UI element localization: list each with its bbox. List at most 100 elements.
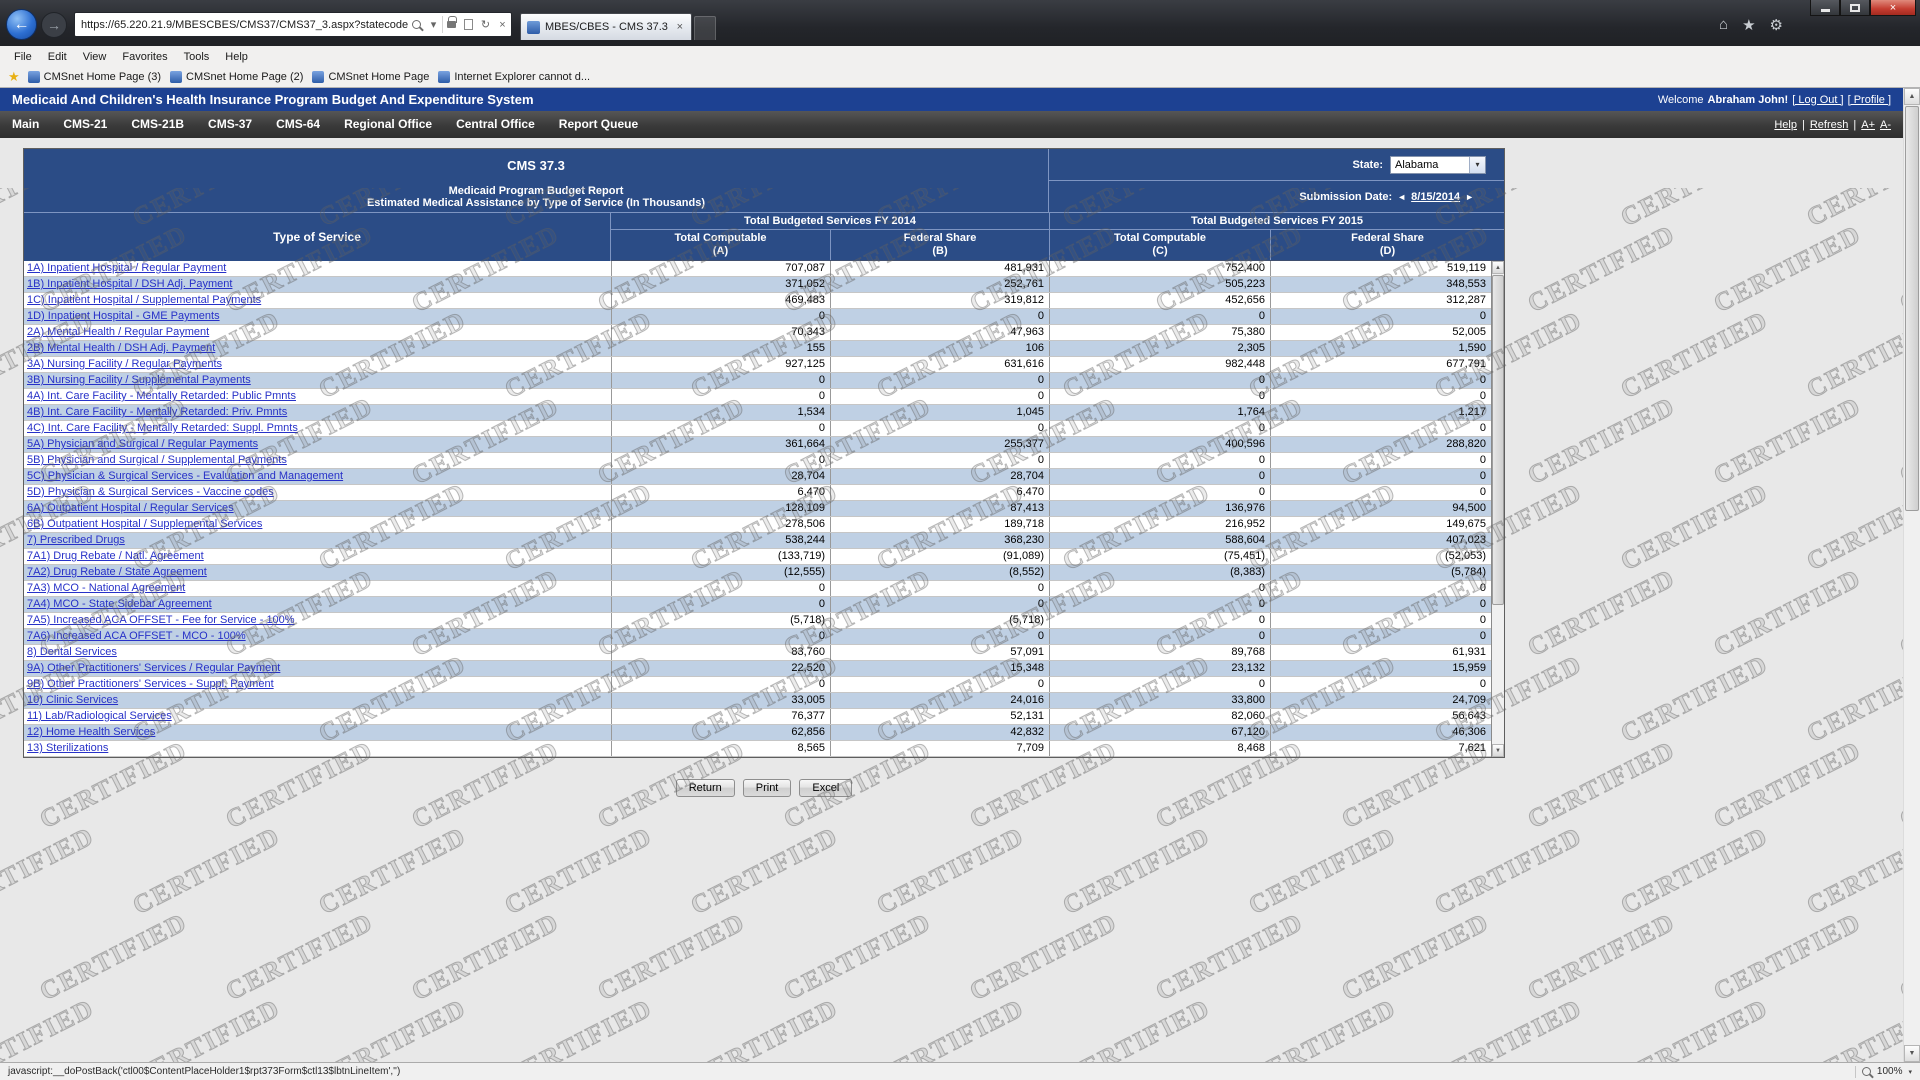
service-line-link[interactable]: 13) Sterilizations <box>27 742 108 754</box>
service-line-link[interactable]: 1C) Inpatient Hospital / Supplemental Pa… <box>27 294 261 306</box>
address-bar[interactable]: https://65.220.21.9/MBESCBES/CMS37/CMS37… <box>74 12 512 37</box>
logout-link[interactable]: [ Log Out ] <box>1792 94 1843 106</box>
help-link[interactable]: Help <box>1774 119 1797 131</box>
page-scroll-up-icon[interactable]: ▲ <box>1904 88 1920 105</box>
service-line-link[interactable]: 1B) Inpatient Hospital / DSH Adj. Paymen… <box>27 278 232 290</box>
nav-item-regional-office[interactable]: Regional Office <box>332 111 444 138</box>
nav-item-report-queue[interactable]: Report Queue <box>547 111 650 138</box>
table-scrollbar[interactable]: ▲ ▼ <box>1491 261 1504 757</box>
value-cell: 7,709 <box>830 741 1049 756</box>
font-increase-link[interactable]: A+ <box>1861 119 1875 131</box>
tab-close-icon[interactable]: × <box>675 21 685 33</box>
forward-arrow-icon: → <box>47 17 61 33</box>
certified-watermark: CERTIFIED <box>1802 993 1903 1062</box>
maximize-button[interactable] <box>1840 0 1870 16</box>
font-decrease-link[interactable]: A- <box>1880 119 1891 131</box>
service-line-link[interactable]: 3B) Nursing Facility / Supplemental Paym… <box>27 374 251 386</box>
compatibility-icon[interactable] <box>460 13 477 36</box>
menu-favorites[interactable]: Favorites <box>114 49 175 65</box>
page-scroll-down-icon[interactable]: ▼ <box>1904 1045 1920 1062</box>
service-line-link[interactable]: 5A) Physician and Surgical / Regular Pay… <box>27 438 258 450</box>
service-line-link[interactable]: 2B) Mental Health / DSH Adj. Payment <box>27 342 215 354</box>
service-line-link[interactable]: 7A6) Increased ACA OFFSET - MCO - 100% <box>27 630 246 642</box>
nav-item-main[interactable]: Main <box>0 111 51 138</box>
service-line-link[interactable]: 9A) Other Practitioners' Services / Regu… <box>27 662 280 674</box>
favorites-bar-item[interactable]: CMSnet Home Page <box>312 71 438 83</box>
service-line-link[interactable]: 11) Lab/Radiological Services <box>27 710 172 722</box>
refresh-link[interactable]: Refresh <box>1810 119 1849 131</box>
value-cell: 6,470 <box>611 485 830 500</box>
service-line-link[interactable]: 7) Prescribed Drugs <box>27 534 125 546</box>
scroll-up-icon[interactable]: ▲ <box>1492 261 1504 274</box>
new-tab-button[interactable] <box>694 16 716 40</box>
service-line-link[interactable]: 12) Home Health Services <box>27 726 155 738</box>
favorites-bar-item[interactable]: CMSnet Home Page (3) <box>28 71 170 83</box>
favorites-star-icon[interactable]: ★ <box>1742 16 1755 34</box>
minimize-button[interactable] <box>1810 0 1840 16</box>
service-line-link[interactable]: 9B) Other Practitioners' Services - Supp… <box>27 678 274 690</box>
return-button[interactable]: Return <box>676 779 735 797</box>
next-date-icon[interactable]: ► <box>1465 192 1474 202</box>
service-line-link[interactable]: 4C) Int. Care Facility - Mentally Retard… <box>27 422 298 434</box>
service-line-link[interactable]: 1A) Inpatient Hospital / Regular Payment <box>27 262 226 274</box>
refresh-icon[interactable]: ↻ <box>477 13 494 36</box>
service-line-link[interactable]: 10) Clinic Services <box>27 694 118 706</box>
state-select-caret-icon[interactable]: ▾ <box>1469 157 1485 173</box>
state-select[interactable]: Alabama ▾ <box>1390 156 1486 174</box>
nav-item-cms-21[interactable]: CMS-21 <box>51 111 119 138</box>
print-button[interactable]: Print <box>743 779 792 797</box>
menu-file[interactable]: File <box>6 49 40 65</box>
add-favorite-star-icon[interactable]: ★ <box>8 69 20 85</box>
service-line-link[interactable]: 7A5) Increased ACA OFFSET - Fee for Serv… <box>27 614 295 626</box>
browser-tab[interactable]: MBES/CBES - CMS 37.3 × <box>520 13 692 40</box>
service-line-link[interactable]: 4A) Int. Care Facility - Mentally Retard… <box>27 390 296 402</box>
favorites-bar-item[interactable]: CMSnet Home Page (2) <box>170 71 312 83</box>
address-url[interactable]: https://65.220.21.9/MBESCBES/CMS37/CMS37… <box>75 19 408 31</box>
favorites-bar-item[interactable]: Internet Explorer cannot d... <box>438 71 599 83</box>
service-line-link[interactable]: 2A) Mental Health / Regular Payment <box>27 326 209 338</box>
service-line-link[interactable]: 6A) Outpatient Hospital / Regular Servic… <box>27 502 234 514</box>
nav-item-cms-37[interactable]: CMS-37 <box>196 111 264 138</box>
service-line-link[interactable]: 5D) Physician & Surgical Services - Vacc… <box>27 486 274 498</box>
search-icon[interactable] <box>408 13 425 36</box>
value-cell: 0 <box>830 453 1049 468</box>
nav-item-cms-21b[interactable]: CMS-21B <box>119 111 196 138</box>
submission-date-value[interactable]: 8/15/2014 <box>1411 191 1460 203</box>
page-scrollbar-thumb[interactable] <box>1905 106 1919 511</box>
zoom-level[interactable]: 100% <box>1877 1066 1903 1077</box>
service-line-link[interactable]: 7A3) MCO - National Agreement <box>27 582 185 594</box>
service-line-link[interactable]: 3A) Nursing Facility / Regular Payments <box>27 358 222 370</box>
menu-help[interactable]: Help <box>217 49 256 65</box>
menu-edit[interactable]: Edit <box>40 49 75 65</box>
zoom-caret-icon[interactable]: ▾ <box>1908 1068 1912 1076</box>
previous-date-icon[interactable]: ◄ <box>1397 192 1406 202</box>
service-line-link[interactable]: 1D) Inpatient Hospital - GME Payments <box>27 310 220 322</box>
service-line-link[interactable]: 5B) Physician and Surgical / Supplementa… <box>27 454 287 466</box>
zoom-icon[interactable] <box>1862 1067 1871 1076</box>
nav-item-central-office[interactable]: Central Office <box>444 111 547 138</box>
close-button[interactable]: × <box>1870 0 1916 16</box>
stop-icon[interactable]: × <box>494 13 511 36</box>
home-icon[interactable]: ⌂ <box>1719 16 1728 33</box>
profile-link[interactable]: [ Profile ] <box>1848 94 1891 106</box>
service-line-link[interactable]: 7A1) Drug Rebate / Natl. Agreement <box>27 550 204 562</box>
service-line-link[interactable]: 7A4) MCO - State Sidebar Agreement <box>27 598 212 610</box>
service-line-link[interactable]: 5C) Physician & Surgical Services - Eval… <box>27 470 343 482</box>
service-line-link[interactable]: 6B) Outpatient Hospital / Supplemental S… <box>27 518 262 530</box>
certified-watermark: CERTIFIED <box>128 993 286 1062</box>
table-scrollbar-thumb[interactable] <box>1492 275 1504 605</box>
service-line-link[interactable]: 8) Dental Services <box>27 646 117 658</box>
scroll-down-icon[interactable]: ▼ <box>1492 744 1504 757</box>
page-scrollbar[interactable]: ▲ ▼ <box>1903 88 1920 1062</box>
value-cell: 15,959 <box>1270 661 1491 676</box>
excel-button[interactable]: Excel <box>799 779 852 797</box>
menu-tools[interactable]: Tools <box>176 49 218 65</box>
back-button[interactable]: ← <box>6 9 37 40</box>
service-line-link[interactable]: 4B) Int. Care Facility - Mentally Retard… <box>27 406 287 418</box>
menu-view[interactable]: View <box>75 49 115 65</box>
nav-item-cms-64[interactable]: CMS-64 <box>264 111 332 138</box>
address-dropdown-caret[interactable]: ▾ <box>425 13 442 36</box>
service-line-link[interactable]: 7A2) Drug Rebate / State Agreement <box>27 566 207 578</box>
forward-button[interactable]: → <box>41 12 67 38</box>
gear-icon[interactable]: ⚙ <box>1770 16 1783 34</box>
